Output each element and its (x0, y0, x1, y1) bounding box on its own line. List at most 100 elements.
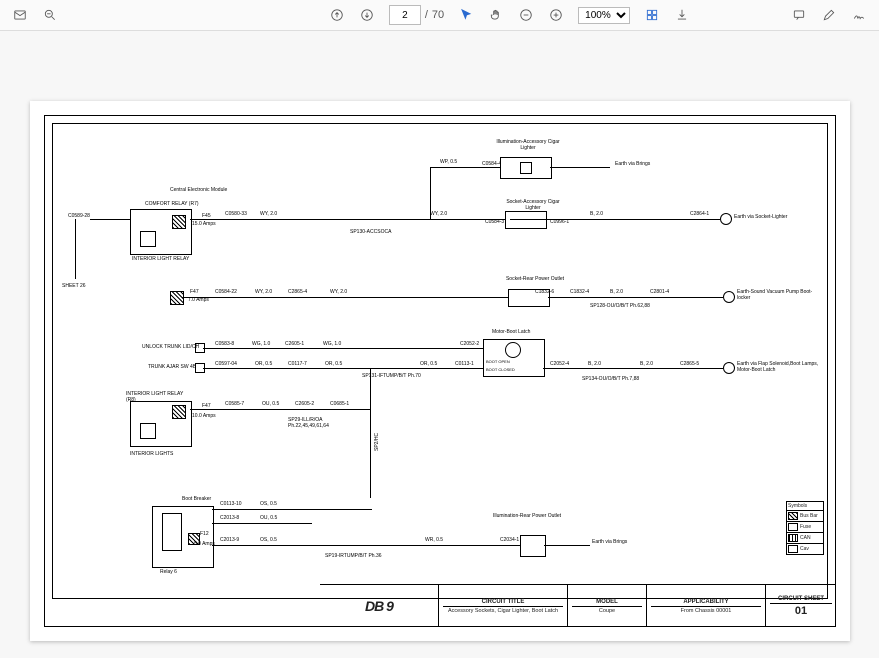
down-arrow-icon[interactable] (359, 7, 375, 23)
boot-latch-label: Motor-Boot Latch (492, 329, 530, 335)
wire-wg10b: WG, 1.0 (323, 341, 341, 347)
wire (90, 219, 130, 220)
signature-icon[interactable] (851, 7, 867, 23)
motor-sym (505, 342, 521, 358)
conn-c20522: C2052-2 (460, 341, 479, 347)
wire (75, 219, 76, 279)
wire-b05: B, 2.0 (588, 361, 601, 367)
wire (182, 297, 537, 298)
earth-sym (720, 213, 732, 225)
conn-c058422: C0584-22 (215, 289, 237, 295)
relay6-sym (162, 513, 182, 551)
wire-ou05: OU, 0.5 (262, 401, 279, 407)
fuse-f47a-sym (170, 291, 184, 305)
conn-c26051: C2605-1 (285, 341, 304, 347)
document-viewport[interactable]: DB 9 CIRCUIT TITLEAccessory Sockets, Cig… (0, 31, 879, 658)
download-icon[interactable] (674, 7, 690, 23)
page-total: 70 (432, 9, 444, 21)
earth-e3: Earth-Sound Vacuum Pump Boot-locker (737, 289, 817, 301)
conn-c20138: C2013-8 (220, 515, 239, 521)
wire (203, 348, 483, 349)
interior-lights-label: INTERIOR LIGHTS (130, 451, 173, 457)
conn-c28655b: C2865-5 (680, 361, 699, 367)
conn-c18324: C1832-4 (570, 289, 589, 295)
wire (370, 368, 371, 498)
wire-wr05: WR, 0.5 (425, 537, 443, 543)
wire (190, 409, 370, 410)
wire-wg10: WG, 1.0 (252, 341, 270, 347)
wire-os05: OS, 0.5 (260, 501, 277, 507)
earth-sym2 (723, 291, 735, 303)
conn-c28641: C2864-1 (690, 211, 709, 217)
wire (190, 219, 510, 220)
relay6-label: Relay 6 (160, 569, 177, 575)
wire-wp05: WP, 0.5 (440, 159, 457, 165)
pencil-icon[interactable] (821, 7, 837, 23)
wire-b20: B, 2.0 (590, 211, 603, 217)
wire-or05b: OR, 0.5 (325, 361, 342, 367)
zoom-out-icon[interactable] (42, 7, 58, 23)
conn-c20341: C2034-1 (500, 537, 519, 543)
circuit-title-val: Accessory Sockets, Cigar Lighter, Boot L… (448, 608, 558, 614)
conn-c011310: C0113-10 (220, 501, 242, 507)
trunk-ajar-label: TRUNK AJAR SW 4B (148, 364, 196, 370)
comment-icon[interactable] (791, 7, 807, 23)
wire-wy20: WY, 2.0 (260, 211, 277, 217)
earth-e1: Earth via Brings (615, 161, 655, 167)
boot-breaker-label: Boot Breaker (182, 496, 211, 502)
splice-sp128: SP128-OU/O/B/T Ph.62,88 (590, 303, 650, 309)
fuse-f12: F12 (200, 531, 209, 537)
wire-or05: OR, 0.5 (255, 361, 272, 367)
wire (203, 368, 483, 369)
page-input[interactable] (389, 5, 421, 25)
conn-c058928: C0589-28 (68, 213, 90, 219)
legend-bus: Bus Bar (787, 511, 823, 522)
conn-c20524: C2052-4 (550, 361, 569, 367)
model-hdr: MODEL (572, 599, 642, 607)
fuse-f47a-l: F47 (190, 289, 199, 295)
wire (430, 167, 500, 168)
fuse-f47b-a: 10.0 Amps (192, 413, 216, 419)
conn-c058033: C0580-33 (225, 211, 247, 217)
conn-c05838: C0583-8 (215, 341, 234, 347)
wire-wy20d: WY, 2.0 (330, 289, 347, 295)
zoom-select[interactable]: 100% (578, 7, 630, 24)
minus-circle-icon[interactable] (518, 7, 534, 23)
fuse-f45-sym (172, 215, 186, 229)
conn-c20139: C2013-9 (220, 537, 239, 543)
up-arrow-icon[interactable] (329, 7, 345, 23)
earth-e5: Earth via Brings (592, 539, 632, 545)
earth-e2: Earth via Socket-Lighter (734, 214, 787, 220)
wire-wy20b: WY, 2.0 (430, 211, 447, 217)
wire (430, 167, 431, 219)
legend-box: Symbols Bus Bar Fuse CAN Cav (786, 501, 824, 555)
conn-c05844: C0584-4 (482, 161, 501, 167)
legend-can: CAN (787, 533, 823, 544)
splice-sp134: SP134-OU/O/B/T Ph.7,88 (582, 376, 639, 382)
pointer-icon[interactable] (458, 7, 474, 23)
splice-sp29: SP29-ILL/R/OA Ph.22,45,49,61,64 (288, 417, 358, 429)
plus-circle-icon[interactable] (548, 7, 564, 23)
ilr-label: INTERIOR LIGHT RELAY (132, 256, 189, 262)
legend-fuse: Fuse (787, 522, 823, 533)
legend-hdr: Symbols (787, 502, 823, 511)
logo-text: DB 9 (365, 598, 393, 614)
wire-ou05b: OU, 0.5 (260, 515, 277, 521)
wire (212, 509, 372, 510)
sheet-ref: SHEET 26 (62, 283, 86, 289)
socket-cigar-box (505, 211, 547, 229)
illum-rear-label: Illumination-Rear Power Outlet (492, 513, 562, 519)
page-indicator: / 70 (389, 5, 444, 25)
legend-cav: Cav (787, 544, 823, 554)
fit-page-icon[interactable] (644, 7, 660, 23)
relay-coil-sym (140, 231, 156, 247)
mail-icon[interactable] (12, 7, 28, 23)
sheet-num: 01 (795, 605, 807, 617)
boot-closed: BOOT CLOSED (486, 367, 515, 372)
spline-label: SP2/HC (374, 433, 380, 451)
wire (550, 167, 610, 168)
conn-c05843: C0584-3 (485, 219, 504, 225)
wire (543, 368, 723, 369)
hand-icon[interactable] (488, 7, 504, 23)
conn-c01131: C0113-1 (455, 361, 474, 367)
